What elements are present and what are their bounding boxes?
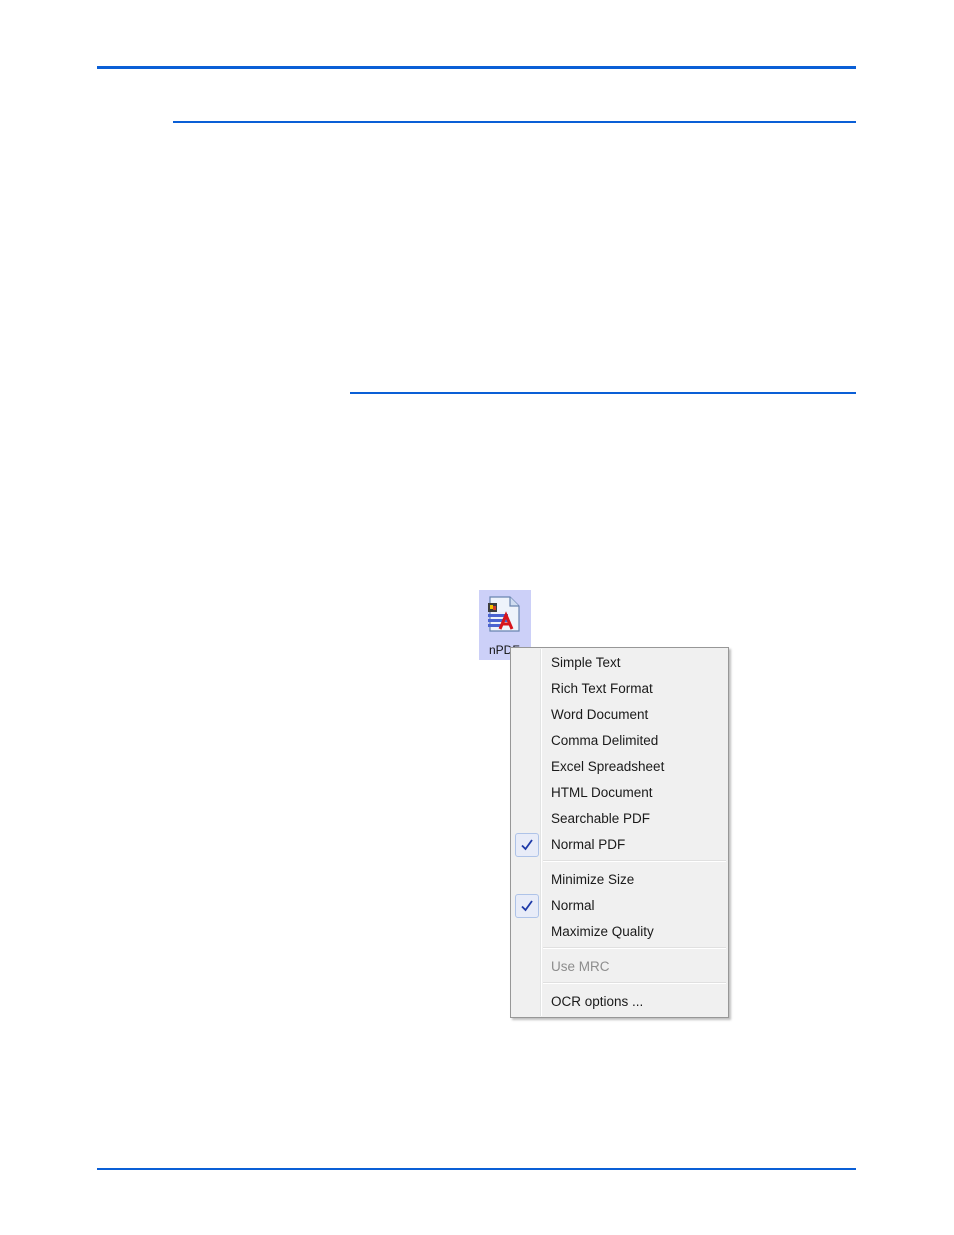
menu-item-label: Simple Text bbox=[551, 655, 621, 670]
checkmark-icon bbox=[515, 833, 539, 857]
menu-item-label: OCR options ... bbox=[551, 994, 644, 1009]
npdf-document-icon bbox=[486, 595, 522, 633]
menu-item-label: Minimize Size bbox=[551, 872, 635, 887]
menu-item-rich-text-format[interactable]: Rich Text Format bbox=[513, 677, 726, 701]
menu-item-label: Maximize Quality bbox=[551, 924, 654, 939]
menu-item-label: HTML Document bbox=[551, 785, 653, 800]
footer-rule bbox=[97, 1168, 856, 1170]
menu-separator bbox=[543, 982, 726, 984]
menu-item-excel-spreadsheet[interactable]: Excel Spreadsheet bbox=[513, 755, 726, 779]
menu-item-label: Comma Delimited bbox=[551, 733, 659, 748]
menu-item-maximize-quality[interactable]: Maximize Quality bbox=[513, 920, 726, 944]
menu-item-use-mrc: Use MRC bbox=[513, 955, 726, 979]
menu-item-normal-pdf[interactable]: Normal PDF bbox=[513, 833, 726, 857]
menu-item-searchable-pdf[interactable]: Searchable PDF bbox=[513, 807, 726, 831]
output-format-context-menu: Simple Text Rich Text Format Word Document… bbox=[510, 647, 729, 1018]
menu-item-label: Word Document bbox=[551, 707, 649, 722]
menu-item-ocr-options[interactable]: OCR options ... bbox=[513, 990, 726, 1014]
menu-item-label: Normal bbox=[551, 898, 595, 913]
menu-item-label: Use MRC bbox=[551, 959, 610, 974]
menu-item-word-document[interactable]: Word Document bbox=[513, 703, 726, 727]
header-rule bbox=[97, 66, 856, 69]
menu-item-label: Excel Spreadsheet bbox=[551, 759, 665, 774]
menu-item-simple-text[interactable]: Simple Text bbox=[513, 651, 726, 675]
menu-item-normal[interactable]: Normal bbox=[513, 894, 726, 918]
menu-item-comma-delimited[interactable]: Comma Delimited bbox=[513, 729, 726, 753]
menu-item-label: Normal PDF bbox=[551, 837, 626, 852]
menu-item-minimize-size[interactable]: Minimize Size bbox=[513, 868, 726, 892]
subsection-rule bbox=[350, 392, 856, 394]
checkmark-icon bbox=[515, 894, 539, 918]
menu-item-label: Rich Text Format bbox=[551, 681, 653, 696]
menu-item-html-document[interactable]: HTML Document bbox=[513, 781, 726, 805]
menu-separator bbox=[543, 947, 726, 949]
section-rule bbox=[173, 121, 856, 123]
menu-separator bbox=[543, 860, 726, 862]
menu-item-label: Searchable PDF bbox=[551, 811, 651, 826]
